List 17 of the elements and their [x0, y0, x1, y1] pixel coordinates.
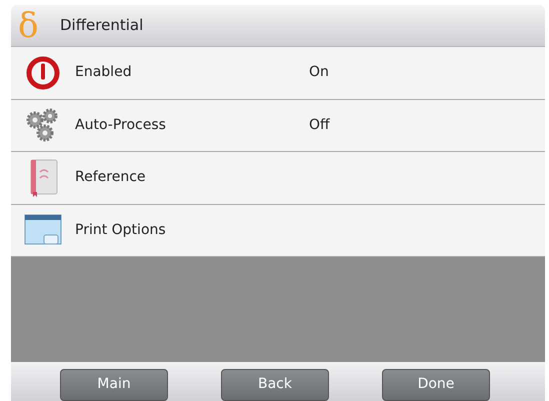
menu-item[interactable]: Auto-Process Off	[11, 100, 545, 152]
nav-button[interactable]: Main	[60, 368, 168, 400]
delta-symbol: δ	[18, 8, 40, 42]
item-label: Enabled	[75, 63, 133, 82]
print-window-icon	[24, 213, 62, 248]
nav-button[interactable]: Back	[221, 368, 329, 400]
menu-item[interactable]: Enabled On	[11, 47, 545, 100]
menu-item[interactable]: Reference	[11, 152, 545, 204]
power-icon	[26, 56, 60, 90]
item-label: Reference	[75, 168, 146, 188]
item-label: Print Options	[75, 220, 167, 240]
item-value: On	[309, 63, 329, 82]
nav-button[interactable]: Done	[382, 368, 490, 400]
menu-item[interactable]: Print Options	[11, 204, 545, 257]
item-label: Auto-Process	[75, 116, 167, 135]
item-value: Off	[309, 116, 330, 135]
window-title: Differential	[60, 15, 144, 36]
